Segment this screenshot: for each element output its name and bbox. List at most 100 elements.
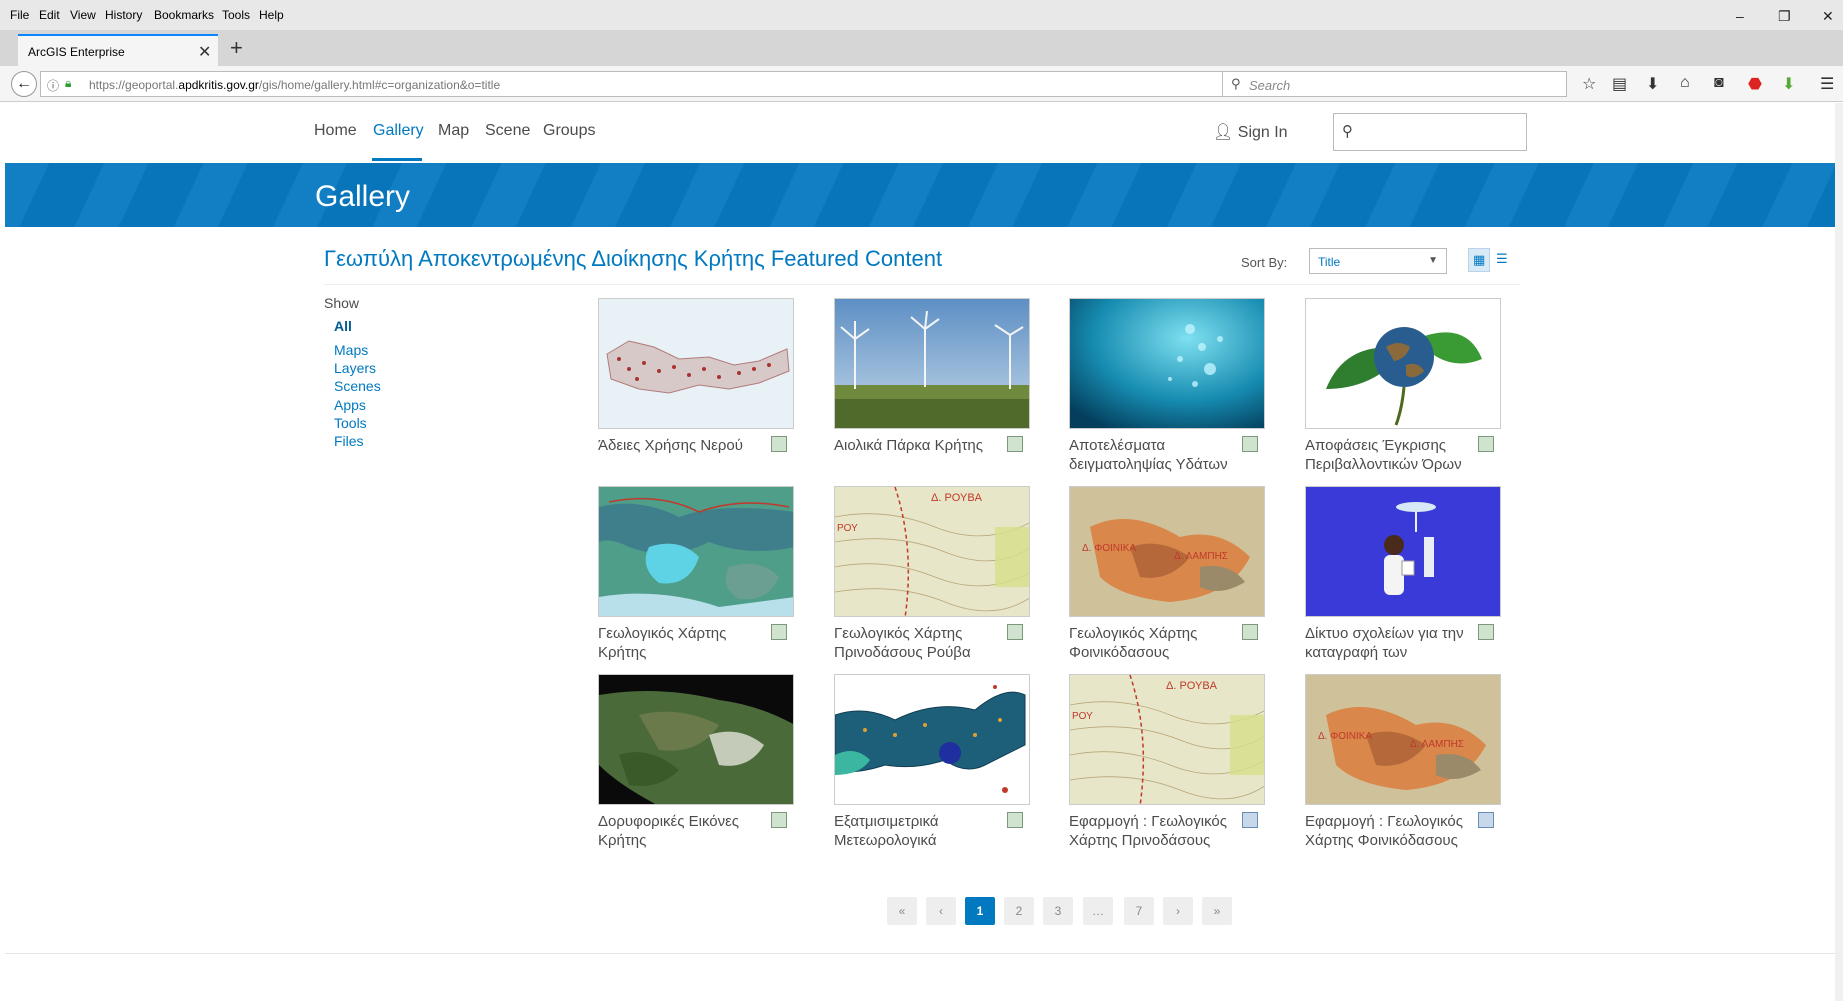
pager-prev-button[interactable]: ‹: [926, 897, 956, 925]
thumbnail-satellite-crete[interactable]: [598, 674, 794, 805]
thumbnail-app-geology-foinikodasos[interactable]: Δ. ΦΟΙΝΙΚΑ Δ. ΛΑΜΠΗΣ: [1305, 674, 1501, 805]
new-tab-icon[interactable]: +: [230, 35, 243, 61]
gallery-card[interactable]: Εξατμισιμετρικά Μετεωρολογικά: [834, 674, 1030, 854]
page-scrollbar[interactable]: [1835, 103, 1843, 1001]
thumbnail-geology-crete[interactable]: [598, 486, 794, 617]
sign-in-link[interactable]: 👤︎ Sign In: [1213, 122, 1288, 142]
gallery-card[interactable]: Αιολικά Πάρκα Κρήτης: [834, 298, 1030, 478]
card-title[interactable]: Γεωλογικός Χάρτης Πρινοδάσους Ρούβα: [834, 624, 999, 662]
reading-list-icon[interactable]: ▤: [1612, 74, 1627, 94]
nav-map[interactable]: Map: [438, 122, 469, 140]
pager-first-button[interactable]: «: [887, 897, 917, 925]
gallery-banner: Gallery: [5, 163, 1835, 227]
pager-last-button[interactable]: »: [1202, 897, 1232, 925]
home-icon[interactable]: ⌂: [1680, 74, 1690, 92]
gallery-card[interactable]: Δ. ΦΟΙΝΙΚΑ Δ. ΛΑΜΠΗΣ Γεωλογικός Χάρτης Φ…: [1069, 486, 1265, 666]
grid-view-button[interactable]: ▦: [1468, 248, 1490, 272]
card-title[interactable]: Αποφάσεις Έγκρισης Περιβαλλοντικών Όρων: [1305, 436, 1470, 474]
map-type-icon: [1242, 436, 1258, 452]
card-title[interactable]: Δορυφορικές Εικόνες Κρήτης: [598, 812, 763, 850]
download-icon[interactable]: ⬇: [1646, 74, 1659, 94]
card-title[interactable]: Αιολικά Πάρκα Κρήτης: [834, 436, 999, 455]
back-arrow-icon[interactable]: ←: [11, 71, 37, 97]
filter-files[interactable]: Files: [334, 433, 364, 449]
menu-help[interactable]: Help: [259, 8, 284, 22]
browser-tab-arcgis[interactable]: ArcGIS Enterprise ✕: [18, 34, 218, 66]
menu-file[interactable]: File: [10, 8, 29, 22]
gallery-card[interactable]: Δίκτυο σχολείων για την καταγραφή των: [1305, 486, 1501, 666]
thumbnail-school-network[interactable]: [1305, 486, 1501, 617]
thumbnail-evaporation-stations[interactable]: [834, 674, 1030, 805]
page-title: Gallery: [315, 180, 411, 213]
card-title[interactable]: Γεωλογικός Χάρτης Κρήτης: [598, 624, 763, 662]
card-title[interactable]: Δίκτυο σχολείων για την καταγραφή των: [1305, 624, 1470, 662]
map-label: ΡΟΥ: [1072, 711, 1093, 722]
menu-view[interactable]: View: [70, 8, 96, 22]
card-title[interactable]: Εφαρμογή : Γεωλογικός Χάρτης Φοινικόδασο…: [1305, 812, 1470, 850]
nav-groups[interactable]: Groups: [543, 122, 595, 140]
minimize-button[interactable]: –: [1736, 8, 1744, 24]
search-placeholder: Search: [1249, 78, 1291, 93]
filter-maps[interactable]: Maps: [334, 342, 368, 358]
tab-close-icon[interactable]: ✕: [198, 42, 211, 62]
star-icon[interactable]: ☆: [1582, 74, 1596, 94]
thumbnail-wind-farms[interactable]: [834, 298, 1030, 429]
gallery-card[interactable]: Δορυφορικές Εικόνες Κρήτης: [598, 674, 794, 854]
list-view-button[interactable]: ☰: [1492, 248, 1514, 272]
card-title[interactable]: Εξατμισιμετρικά Μετεωρολογικά: [834, 812, 999, 850]
close-window-button[interactable]: ✕: [1822, 8, 1834, 25]
map-type-icon: [1007, 624, 1023, 640]
menu-history[interactable]: History: [105, 8, 142, 22]
gallery-card[interactable]: Άδειες Χρήσης Νερού: [598, 298, 794, 478]
footer-divider: [5, 953, 1835, 954]
filter-all[interactable]: All: [334, 318, 352, 334]
gallery-card[interactable]: Δ. ΦΟΙΝΙΚΑ Δ. ΛΑΜΠΗΣ Εφαρμογή : Γεωλογικ…: [1305, 674, 1501, 854]
gallery-card[interactable]: Αποφάσεις Έγκρισης Περιβαλλοντικών Όρων: [1305, 298, 1501, 478]
card-title[interactable]: Γεωλογικός Χάρτης Φοινικόδασους: [1069, 624, 1234, 662]
pager-page-1[interactable]: 1: [965, 897, 995, 925]
menu-edit[interactable]: Edit: [39, 8, 60, 22]
gallery-card[interactable]: Δ. ΡΟΥΒΑ ΡΟΥ Γεωλογικός Χάρτης Πρινοδάσο…: [834, 486, 1030, 666]
browser-navbar: ← ⓘ 🔒︎ https://geoportal.apdkritis.gov.g…: [0, 66, 1843, 102]
map-label: Δ. ΦΟΙΝΙΚΑ: [1082, 543, 1136, 554]
pager-page-3[interactable]: 3: [1043, 897, 1073, 925]
sort-label: Sort By:: [1241, 255, 1288, 270]
filter-layers[interactable]: Layers: [334, 360, 376, 376]
card-title[interactable]: Εφαρμογή : Γεωλογικός Χάρτης Πρινοδάσους: [1069, 812, 1234, 850]
thumbnail-water-sampling[interactable]: [1069, 298, 1265, 429]
nav-gallery[interactable]: Gallery: [373, 122, 424, 140]
sort-value: Title: [1318, 255, 1341, 269]
browser-search-input[interactable]: ⚲ Search: [1222, 71, 1567, 97]
extension-icon[interactable]: ⬇: [1782, 74, 1795, 94]
pocket-icon[interactable]: ◙: [1714, 74, 1724, 92]
card-title[interactable]: Αποτελέσματα δειγματοληψίας Υδάτων: [1069, 436, 1234, 474]
thumbnail-app-geology-rouva[interactable]: Δ. ΡΟΥΒΑ ΡΟΥ: [1069, 674, 1265, 805]
sort-select[interactable]: Title ▼: [1309, 248, 1447, 274]
thumbnail-crete-water-permits[interactable]: [598, 298, 794, 429]
map-label: Δ. ΡΟΥΒΑ: [931, 492, 983, 504]
thumbnail-geology-rouva[interactable]: Δ. ΡΟΥΒΑ ΡΟΥ: [834, 486, 1030, 617]
gallery-card[interactable]: Γεωλογικός Χάρτης Κρήτης: [598, 486, 794, 666]
thumbnail-geology-foinikodasos[interactable]: Δ. ΦΟΙΝΙΚΑ Δ. ΛΑΜΠΗΣ: [1069, 486, 1265, 617]
info-icon[interactable]: ⓘ: [47, 77, 59, 94]
pager-page-7[interactable]: 7: [1124, 897, 1154, 925]
filter-apps[interactable]: Apps: [334, 397, 366, 413]
url-bar[interactable]: ⓘ 🔒︎ https://geoportal.apdkritis.gov.gr/…: [40, 71, 1241, 97]
pager-page-2[interactable]: 2: [1004, 897, 1034, 925]
adblock-icon[interactable]: ⬣: [1748, 74, 1762, 94]
filter-scenes[interactable]: Scenes: [334, 378, 381, 394]
menu-icon[interactable]: ☰: [1820, 74, 1834, 94]
thumbnail-environmental-terms[interactable]: [1305, 298, 1501, 429]
card-title[interactable]: Άδειες Χρήσης Νερού: [598, 436, 763, 455]
nav-scene[interactable]: Scene: [485, 122, 530, 140]
nav-home[interactable]: Home: [314, 122, 357, 140]
site-search-input[interactable]: ⚲: [1333, 113, 1527, 151]
restore-button[interactable]: ❐: [1778, 8, 1791, 25]
gallery-card[interactable]: Δ. ΡΟΥΒΑ ΡΟΥ Εφαρμογή : Γεωλογικός Χάρτη…: [1069, 674, 1265, 854]
lock-icon[interactable]: 🔒︎: [65, 76, 71, 91]
filter-tools[interactable]: Tools: [334, 415, 367, 431]
pager-next-button[interactable]: ›: [1163, 897, 1193, 925]
menu-bookmarks[interactable]: Bookmarks: [154, 8, 214, 22]
menu-tools[interactable]: Tools: [222, 8, 250, 22]
gallery-card[interactable]: Αποτελέσματα δειγματοληψίας Υδάτων: [1069, 298, 1265, 478]
